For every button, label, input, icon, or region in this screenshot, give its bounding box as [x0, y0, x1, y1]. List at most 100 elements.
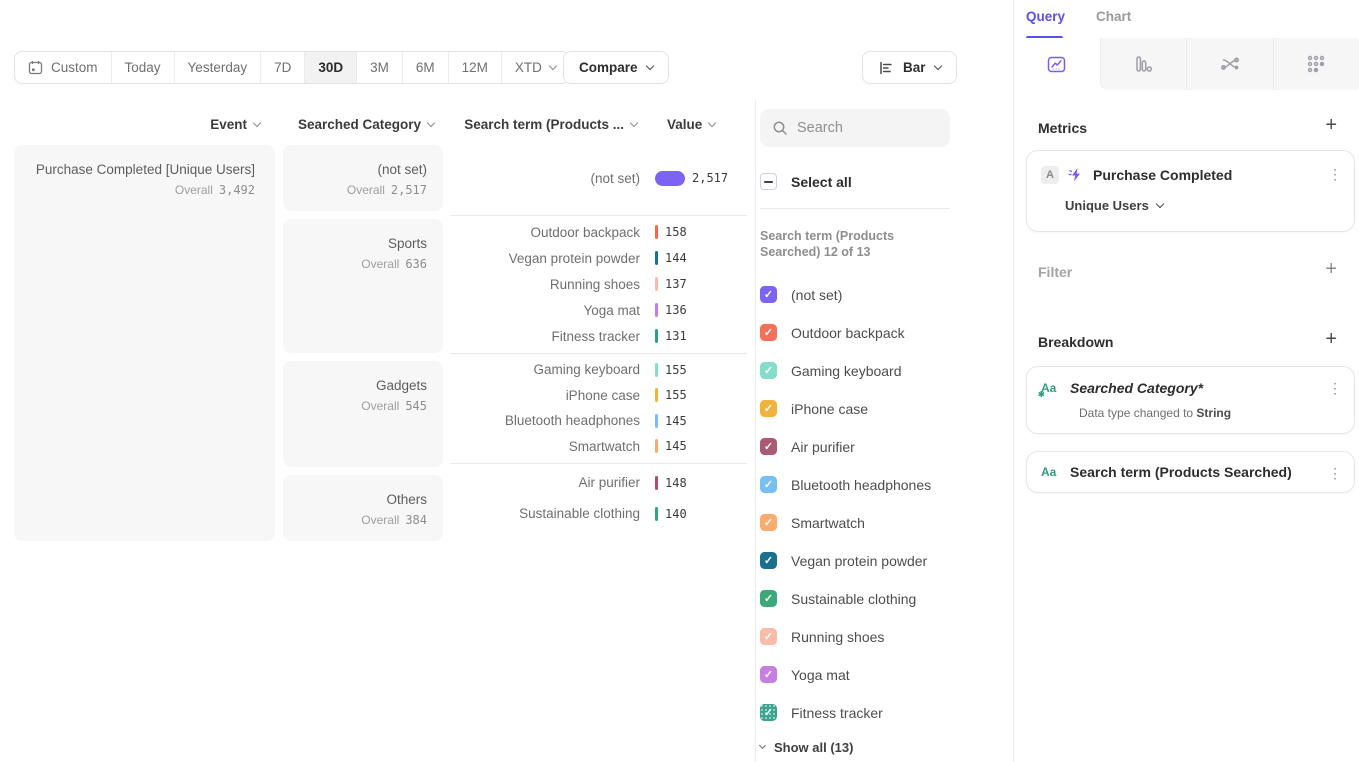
breakdown-card[interactable]: Aa✱ Searched Category* ⋮ Data type chang… — [1026, 366, 1355, 434]
table-row[interactable]: Smartwatch 145 — [451, 434, 747, 460]
date-btn-3m[interactable]: 3M — [357, 52, 403, 83]
funnels-icon[interactable] — [1100, 38, 1187, 90]
value-bar — [655, 329, 658, 343]
date-btn-7d[interactable]: 7D — [261, 52, 305, 83]
list-item[interactable]: Sustainable clothing — [760, 580, 950, 618]
table-row[interactable]: Gaming keyboard 155 — [451, 357, 747, 383]
breakdown-label: Searched Category* — [1070, 380, 1203, 396]
category-cell[interactable]: (not set) Overall2,517 — [283, 145, 443, 211]
category-cell[interactable]: Sports Overall636 — [283, 219, 443, 353]
series-panel: Select all Search term (Products Searche… — [760, 100, 950, 755]
column-header-value[interactable]: Value — [667, 117, 721, 132]
checkbox[interactable] — [760, 476, 777, 493]
table-row[interactable]: Vegan protein powder 144 — [451, 245, 747, 271]
tab-chart[interactable]: Chart — [1096, 9, 1131, 24]
table-row[interactable]: Sustainable clothing 140 — [451, 501, 747, 527]
date-btn-today[interactable]: Today — [112, 52, 175, 83]
checkbox[interactable] — [760, 628, 777, 645]
table-row[interactable]: Air purifier 148 — [451, 470, 747, 496]
chart-type-button[interactable]: Bar — [862, 51, 957, 84]
chevron-down-icon — [645, 62, 653, 70]
category-cell[interactable]: Gadgets Overall545 — [283, 361, 443, 467]
value-bar — [655, 414, 658, 428]
term-group: Outdoor backpack 158 Vegan protein powde… — [451, 215, 747, 349]
column-header-event[interactable]: Event — [14, 117, 260, 132]
table-row[interactable]: (not set) 2,517 — [451, 165, 747, 191]
date-btn-xtd[interactable]: XTD — [502, 52, 569, 83]
retention-icon[interactable] — [1273, 38, 1359, 90]
list-item[interactable]: Bluetooth headphones — [760, 466, 950, 504]
value-bar — [655, 439, 658, 453]
divider — [760, 208, 950, 209]
checkbox[interactable] — [760, 286, 777, 303]
checkbox[interactable] — [760, 590, 777, 607]
chevron-down-icon — [253, 119, 261, 127]
kebab-menu-icon[interactable]: ⋮ — [1328, 380, 1342, 397]
checkbox[interactable] — [760, 362, 777, 379]
insights-icon[interactable] — [1014, 38, 1100, 90]
breakdown-card[interactable]: Aa Search term (Products Searched) ⋮ — [1026, 451, 1355, 493]
add-breakdown-icon[interactable]: + — [1325, 329, 1337, 349]
indeterminate-icon — [764, 181, 773, 183]
list-item[interactable]: Running shoes — [760, 618, 950, 656]
metric-card[interactable]: A Purchase Completed ⋮ Unique Users — [1026, 150, 1355, 232]
kebab-menu-icon[interactable]: ⋮ — [1328, 166, 1342, 183]
list-item[interactable]: Vegan protein powder — [760, 542, 950, 580]
search-box[interactable] — [760, 109, 950, 147]
event-cell[interactable]: Purchase Completed [Unique Users] Overal… — [14, 145, 275, 541]
checkbox[interactable] — [760, 704, 777, 721]
breakdown-title: Breakdown — [1038, 334, 1113, 350]
bar-chart-icon — [878, 60, 894, 76]
metric-name: Purchase Completed — [1093, 167, 1232, 183]
flows-icon[interactable] — [1186, 38, 1273, 90]
column-header-searched-category[interactable]: Searched Category — [283, 117, 434, 132]
tab-query[interactable]: Query — [1026, 9, 1065, 24]
list-item[interactable]: Fitness tracker — [760, 694, 950, 732]
calendar-icon — [28, 60, 43, 75]
search-input[interactable] — [797, 120, 938, 136]
table-row[interactable]: Yoga mat 136 — [451, 297, 747, 323]
table-row[interactable]: Running shoes 137 — [451, 271, 747, 297]
value-bar — [655, 303, 658, 317]
list-item[interactable]: (not set) — [760, 276, 950, 314]
select-all-row[interactable]: Select all — [760, 173, 950, 190]
checkbox[interactable] — [760, 514, 777, 531]
kebab-menu-icon[interactable]: ⋮ — [1328, 465, 1342, 482]
checkbox[interactable] — [760, 666, 777, 683]
show-all-toggle[interactable]: Show all (13) — [760, 740, 950, 755]
list-item[interactable]: Smartwatch — [760, 504, 950, 542]
metrics-title: Metrics — [1038, 120, 1087, 136]
date-btn-12m[interactable]: 12M — [449, 52, 502, 83]
aggregation-selector[interactable]: Unique Users — [1065, 198, 1354, 213]
compare-button[interactable]: Compare — [563, 51, 669, 84]
date-btn-yesterday[interactable]: Yesterday — [175, 52, 262, 83]
list-item[interactable]: Outdoor backpack — [760, 314, 950, 352]
list-item[interactable]: Gaming keyboard — [760, 352, 950, 390]
checkbox[interactable] — [760, 438, 777, 455]
value-bar — [655, 171, 685, 186]
list-item[interactable]: iPhone case — [760, 390, 950, 428]
add-filter-icon[interactable]: + — [1325, 259, 1337, 279]
list-item[interactable]: Air purifier — [760, 428, 950, 466]
category-cell[interactable]: Others Overall384 — [283, 475, 443, 541]
list-item[interactable]: Yoga mat — [760, 656, 950, 694]
date-btn-6m[interactable]: 6M — [403, 52, 449, 83]
event-bolt-icon — [1068, 167, 1084, 183]
event-title: Purchase Completed [Unique Users] — [14, 162, 255, 177]
checkbox[interactable] — [760, 324, 777, 341]
value-bar — [655, 363, 658, 377]
checkbox[interactable] — [760, 400, 777, 417]
date-btn-30d[interactable]: 30D — [305, 52, 357, 83]
date-btn-custom[interactable]: Custom — [15, 52, 112, 83]
checkbox[interactable] — [760, 552, 777, 569]
table-row[interactable]: Bluetooth headphones 145 — [451, 408, 747, 434]
panel-tabs: Query Chart — [1026, 9, 1131, 24]
column-header-search-term[interactable]: Search term (Products ... — [451, 117, 637, 132]
event-overall: Overall3,492 — [14, 183, 255, 197]
table-row[interactable]: Fitness tracker 131 — [451, 323, 747, 349]
term-group: Gaming keyboard 155 iPhone case 155 Blue… — [451, 353, 747, 459]
table-row[interactable]: Outdoor backpack 158 — [451, 219, 747, 245]
add-metric-icon[interactable]: + — [1325, 115, 1337, 135]
table-row[interactable]: iPhone case 155 — [451, 383, 747, 409]
select-all-checkbox[interactable] — [760, 173, 777, 190]
